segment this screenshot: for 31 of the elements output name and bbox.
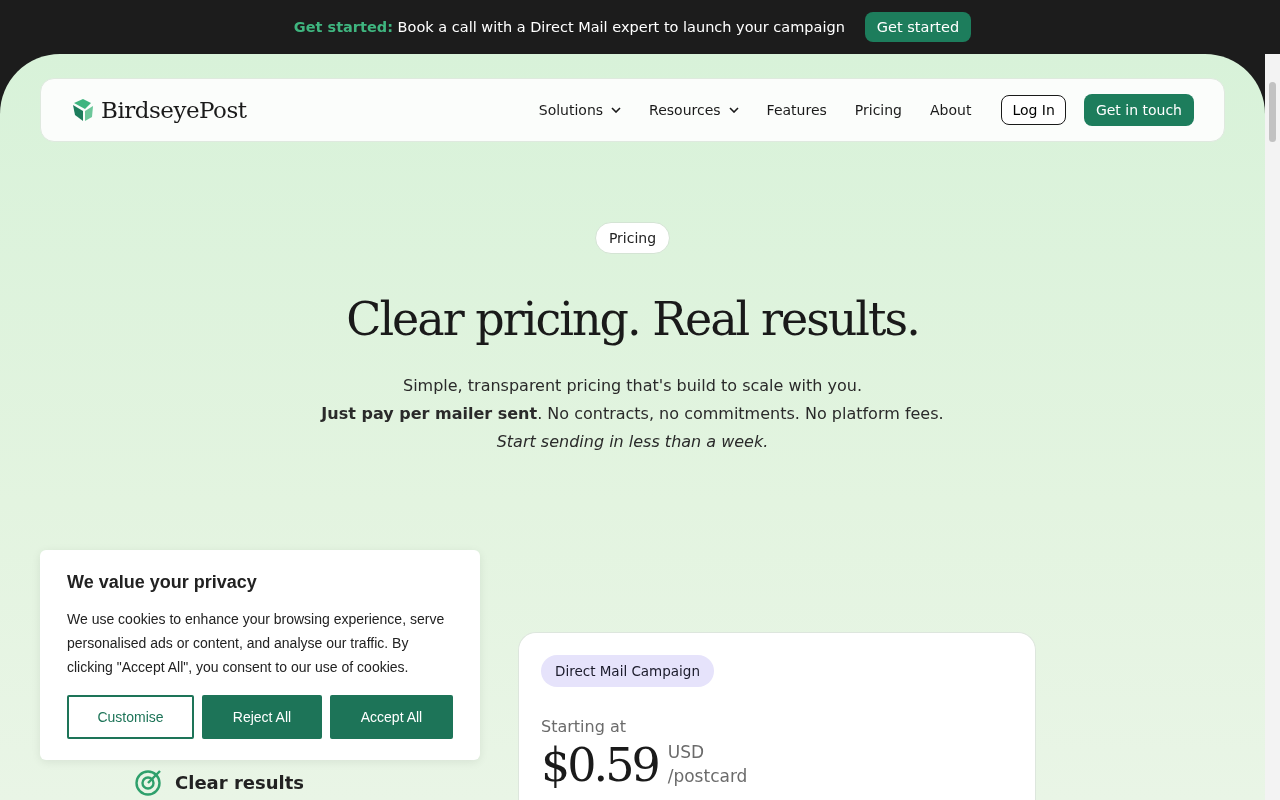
hero-subtitle: Simple, transparent pricing that's build to scale with you. (403, 375, 862, 397)
logo-text[interactable]: BirdseyePost (101, 97, 247, 123)
pricing-tag: Pricing (594, 222, 671, 254)
nav-link[interactable]: Solutions (538, 102, 622, 118)
hero-subtitle: Start sending in less than a week. (496, 431, 769, 453)
hero-subtitle: Just pay per mailer sent. No contracts, no commitments. No platform fees. (321, 403, 944, 425)
login-button[interactable]: Log In (1001, 95, 1066, 125)
nav-link[interactable]: About (930, 102, 972, 118)
nav-link[interactable]: Pricing (854, 102, 902, 118)
get-started-button[interactable]: Get started (864, 12, 972, 42)
nav-link[interactable]: Features (766, 102, 827, 118)
cookie-title: We value your privacy (67, 572, 258, 593)
chevron-down-icon (611, 107, 622, 113)
price: $0.59 (541, 738, 658, 792)
promo-text: Get started: Book a call with a Direct Mail expert to launch your campaign (293, 19, 845, 35)
cookie-text: We use cookies to enhance your browsing experience, serve personalised ads or content, and analyse our traffic. By clicking "Accept All", you consent to our use of cookies. (67, 610, 446, 677)
cookie-button[interactable]: Reject All (202, 695, 322, 739)
nav-link[interactable]: Resources (649, 102, 739, 118)
scrollbar[interactable] (1265, 54, 1280, 800)
cookie-button[interactable]: Accept All (330, 695, 453, 739)
starting-label: Starting at (541, 717, 627, 736)
logo-icon (71, 97, 95, 123)
target-icon (135, 768, 163, 796)
hero-heading: Clear pricing. Real results. (346, 292, 919, 346)
unit-label: /postcard (667, 765, 748, 788)
feature-label: Clear results (175, 771, 304, 793)
cookie-button[interactable]: Customise (67, 695, 194, 739)
campaign-tag: Direct Mail Campaign (541, 655, 714, 687)
get-in-touch-button[interactable]: Get in touch (1083, 94, 1194, 126)
chevron-down-icon (728, 107, 739, 113)
currency-label: USD (667, 741, 706, 764)
